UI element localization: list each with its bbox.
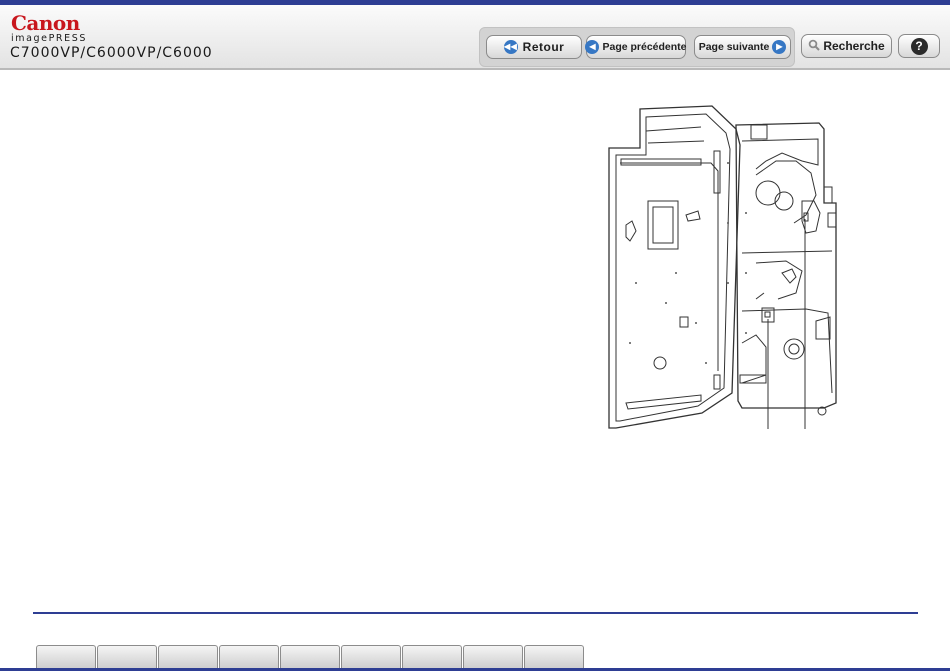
back-button[interactable]: ◀◀ Retour xyxy=(486,35,582,59)
footer-tab[interactable] xyxy=(341,645,401,669)
double-chevron-left-icon: ◀◀ xyxy=(503,40,518,54)
footer-tab[interactable] xyxy=(402,645,462,669)
header-bar: Canon imagePRESS C7000VP/C6000VP/C6000 ◀… xyxy=(0,5,950,70)
product-name: imagePRESS xyxy=(11,33,87,44)
footer-tab[interactable] xyxy=(158,645,218,669)
footer-tab[interactable] xyxy=(97,645,157,669)
previous-page-button[interactable]: ◀ Page précédente xyxy=(585,35,687,59)
next-page-button[interactable]: Page suivante ▶ xyxy=(694,35,791,59)
search-button[interactable]: Recherche xyxy=(801,34,892,58)
help-button[interactable]: ? xyxy=(898,34,940,58)
magnifier-icon xyxy=(808,39,821,54)
page-navigation-group: ◀◀ Retour ◀ Page précédente Page suivant… xyxy=(479,27,795,67)
chevron-right-icon: ▶ xyxy=(772,40,787,54)
question-icon: ? xyxy=(910,37,928,55)
footer-tab[interactable] xyxy=(524,645,584,669)
machine-illustration xyxy=(608,105,837,429)
model-name: C7000VP/C6000VP/C6000 xyxy=(10,45,213,61)
chevron-left-icon: ◀ xyxy=(585,40,600,54)
footer-divider xyxy=(33,612,918,614)
footer-tab[interactable] xyxy=(36,645,96,669)
footer-tab[interactable] xyxy=(280,645,340,669)
footer-tab[interactable] xyxy=(463,645,523,669)
footer-tab[interactable] xyxy=(219,645,279,669)
canon-logo: Canon xyxy=(11,11,80,35)
